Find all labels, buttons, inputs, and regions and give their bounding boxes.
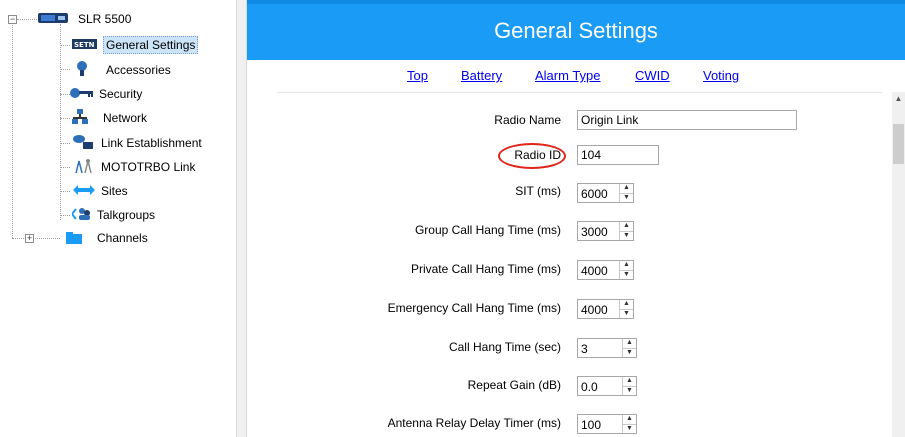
pane-splitter[interactable] <box>236 0 247 437</box>
collapse-toggle-icon[interactable]: − <box>8 15 17 24</box>
group-call-hang-time-value: 3000 <box>581 225 608 239</box>
sit-label: SIT (ms) <box>515 184 561 198</box>
tree-item-network[interactable]: Network <box>72 108 150 128</box>
settings-panel: General Settings Top Battery Alarm Type … <box>247 0 905 437</box>
spin-down-icon[interactable]: ▼ <box>623 425 636 434</box>
tree-connector <box>60 94 70 95</box>
spin-up-icon[interactable]: ▲ <box>620 222 633 232</box>
spin-up-icon[interactable]: ▲ <box>620 261 633 271</box>
repeat-gain-label: Repeat Gain (dB) <box>467 378 561 392</box>
network-icon <box>72 108 88 128</box>
call-hang-time-label: Call Hang Time (sec) <box>448 340 561 354</box>
antenna-relay-delay-timer-stepper[interactable]: 100 ▲ ▼ <box>577 414 637 434</box>
tree-connector <box>60 167 70 168</box>
spin-down-icon[interactable]: ▼ <box>620 310 633 319</box>
private-call-hang-time-label: Private Call Hang Time (ms) <box>410 262 561 276</box>
link-cwid[interactable]: CWID <box>635 68 670 83</box>
repeat-gain-value: 0.0 <box>581 380 598 394</box>
settings-badge-icon: SETN <box>72 38 98 53</box>
group-call-hang-time-stepper[interactable]: 3000 ▲ ▼ <box>577 221 634 241</box>
antenna-relay-delay-timer-label: Antenna Relay Delay Timer (ms) <box>387 416 561 430</box>
tree-connector <box>60 215 70 216</box>
key-icon <box>70 87 94 102</box>
section-links: Top Battery Alarm Type CWID Voting <box>247 68 905 84</box>
link-alarm-type[interactable]: Alarm Type <box>535 68 601 83</box>
emergency-call-hang-time-stepper[interactable]: 4000 ▲ ▼ <box>577 299 634 319</box>
tree-connector <box>17 19 37 20</box>
svg-text:SETN: SETN <box>74 41 95 49</box>
tree-item-label: MOTOTRBO Link <box>101 160 196 174</box>
tree-root-label: SLR 5500 <box>78 12 132 26</box>
radio-id-input[interactable]: 104 <box>577 145 659 165</box>
talkgroups-icon <box>70 206 92 225</box>
vertical-scrollbar[interactable]: ▲ <box>892 92 905 437</box>
tree-item-accessories[interactable]: Accessories <box>72 60 174 80</box>
link-battery[interactable]: Battery <box>461 68 502 83</box>
tree-item-security[interactable]: Security <box>70 84 145 104</box>
spin-down-icon[interactable]: ▼ <box>620 271 633 280</box>
radio-name-input[interactable]: Origin Link <box>577 110 797 130</box>
tree-item-label: Accessories <box>106 63 171 77</box>
group-call-hang-time-label: Group Call Hang Time (ms) <box>414 223 561 237</box>
tree-item-general-settings[interactable]: SETN General Settings <box>72 35 199 55</box>
call-hang-time-value: 3 <box>581 342 588 356</box>
tree-connector <box>60 45 70 46</box>
private-call-hang-time-stepper[interactable]: 4000 ▲ ▼ <box>577 260 634 280</box>
section-divider <box>277 92 882 93</box>
link-establishment-icon <box>72 134 94 153</box>
sit-value: 6000 <box>581 187 608 201</box>
tree-connector <box>12 18 13 238</box>
tree-item-label: Talkgroups <box>97 208 156 222</box>
navigation-tree: − SLR 5500 SETN General Settings Accesso… <box>0 0 236 437</box>
link-top[interactable]: Top <box>407 68 428 83</box>
tree-connector <box>60 69 70 70</box>
tree-item-talkgroups[interactable]: Talkgroups <box>70 205 158 225</box>
tree-connector <box>60 118 70 119</box>
sit-stepper[interactable]: 6000 ▲ ▼ <box>577 183 634 203</box>
emergency-call-hang-time-value: 4000 <box>581 303 608 317</box>
repeat-gain-stepper[interactable]: 0.0 ▲ ▼ <box>577 376 637 396</box>
tree-root-slr5500[interactable]: SLR 5500 <box>38 9 134 29</box>
spin-down-icon[interactable]: ▼ <box>620 194 633 203</box>
antenna-relay-delay-timer-value: 100 <box>581 418 602 432</box>
spin-up-icon[interactable]: ▲ <box>623 415 636 425</box>
spin-down-icon[interactable]: ▼ <box>620 232 633 241</box>
radio-id-label: Radio ID <box>514 148 561 162</box>
page-banner: General Settings <box>247 0 905 60</box>
tree-item-channels[interactable]: Channels <box>66 228 151 248</box>
spin-up-icon[interactable]: ▲ <box>620 300 633 310</box>
tree-item-label: Security <box>99 87 143 101</box>
radio-device-icon <box>38 11 70 28</box>
scroll-up-icon[interactable]: ▲ <box>892 92 905 106</box>
page-title: General Settings <box>494 18 658 43</box>
spin-down-icon[interactable]: ▼ <box>623 387 636 396</box>
tree-connector <box>30 238 60 239</box>
microphone-icon <box>76 60 88 80</box>
tree-item-label: Link Establishment <box>101 136 202 150</box>
tree-item-label: General Settings <box>103 36 199 54</box>
radio-name-label: Radio Name <box>494 113 561 127</box>
tree-connector <box>60 191 70 192</box>
spin-down-icon[interactable]: ▼ <box>623 349 636 358</box>
scroll-thumb[interactable] <box>893 124 904 164</box>
spin-up-icon[interactable]: ▲ <box>623 339 636 349</box>
tree-item-label: Channels <box>97 231 148 245</box>
tree-item-label: Network <box>103 111 148 125</box>
folder-icon <box>66 230 82 247</box>
spin-up-icon[interactable]: ▲ <box>620 184 633 194</box>
tree-connector <box>60 143 70 144</box>
private-call-hang-time-value: 4000 <box>581 264 608 278</box>
sites-arrows-icon <box>72 183 96 200</box>
expand-toggle-icon[interactable]: + <box>25 234 34 243</box>
tree-item-mototrbo-link[interactable]: MOTOTRBO Link <box>72 157 198 177</box>
link-voting[interactable]: Voting <box>703 68 739 83</box>
tree-item-label: Sites <box>101 184 128 198</box>
tree-connector <box>12 238 24 239</box>
emergency-call-hang-time-label: Emergency Call Hang Time (ms) <box>387 301 561 315</box>
spin-up-icon[interactable]: ▲ <box>623 377 636 387</box>
tree-item-link-establishment[interactable]: Link Establishment <box>72 133 205 153</box>
tower-icon <box>72 158 94 177</box>
call-hang-time-stepper[interactable]: 3 ▲ ▼ <box>577 338 637 358</box>
tree-item-sites[interactable]: Sites <box>72 181 131 201</box>
